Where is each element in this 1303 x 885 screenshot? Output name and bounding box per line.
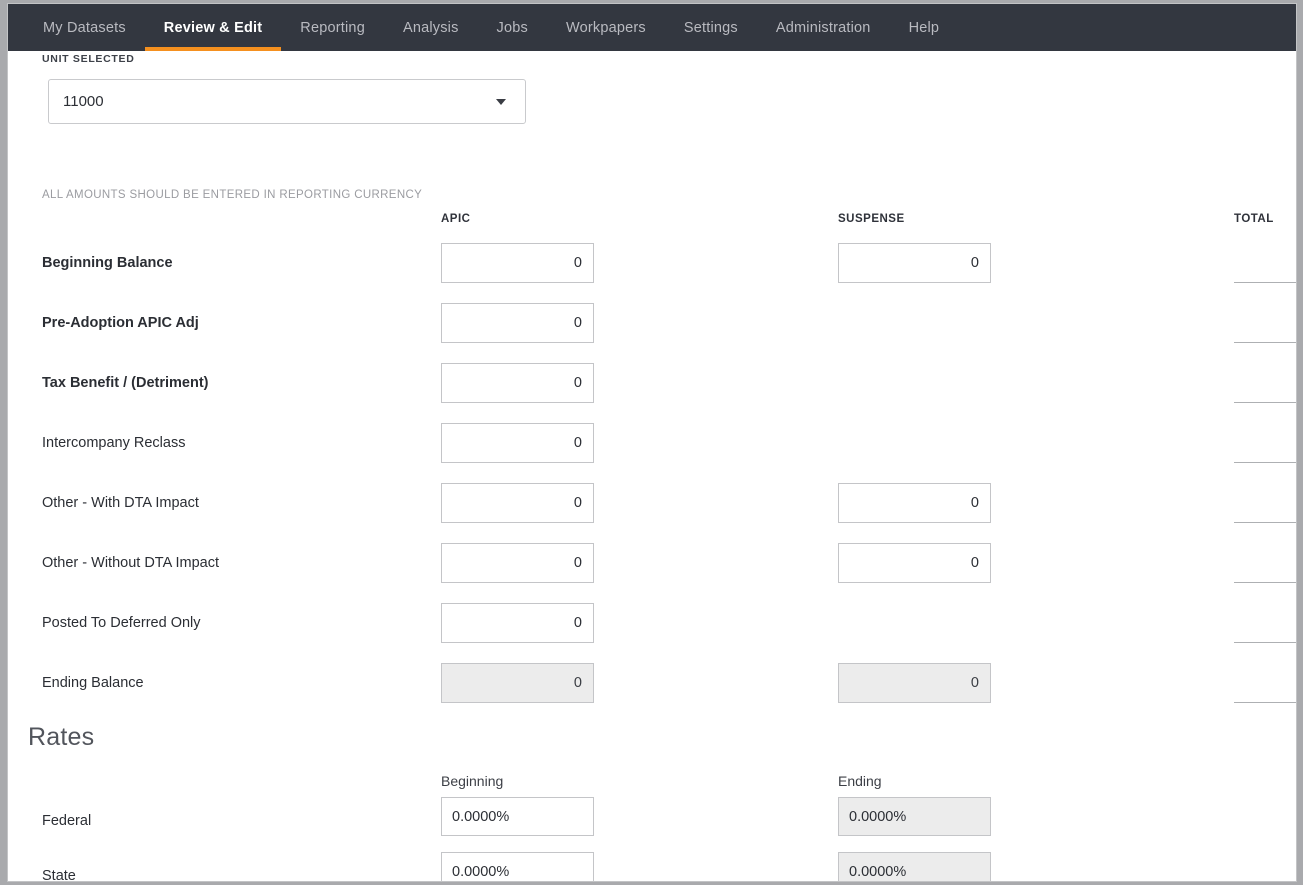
- unit-select-dropdown[interactable]: 11000: [48, 79, 526, 124]
- rates-heading: Rates: [28, 723, 95, 751]
- total-cell: [1234, 663, 1296, 703]
- nav-tab-review-edit[interactable]: Review & Edit: [144, 4, 282, 51]
- grid-row: Posted To Deferred Only: [8, 593, 1296, 653]
- rate-beginning-input[interactable]: [441, 797, 594, 836]
- apic-input[interactable]: [441, 483, 594, 523]
- nav-tab-administration[interactable]: Administration: [757, 4, 890, 51]
- column-header-suspense: SUSPENSE: [838, 213, 905, 225]
- total-cell: [1234, 243, 1296, 283]
- suspense-input[interactable]: [838, 243, 991, 283]
- rate-beginning-input[interactable]: [441, 852, 594, 881]
- apic-input[interactable]: [441, 603, 594, 643]
- row-label: Ending Balance: [42, 675, 144, 691]
- currency-note: ALL AMOUNTS SHOULD BE ENTERED IN REPORTI…: [42, 189, 423, 201]
- rates-column-header-beginning: Beginning: [441, 773, 504, 789]
- row-label: Other - With DTA Impact: [42, 495, 199, 511]
- rate-row: State: [8, 852, 1296, 881]
- row-label: Other - Without DTA Impact: [42, 555, 220, 571]
- app-window: My Datasets Review & Edit Reporting Analysi…: [8, 4, 1296, 881]
- unit-select-value: 11000: [63, 93, 104, 110]
- apic-input[interactable]: [441, 543, 594, 583]
- total-cell: [1234, 363, 1296, 403]
- total-cell: [1234, 423, 1296, 463]
- unit-selected-label: UNIT SELECTED: [42, 53, 135, 65]
- apic-input[interactable]: [441, 243, 594, 283]
- row-label: Posted To Deferred Only: [42, 615, 201, 631]
- nav-tab-analysis[interactable]: Analysis: [384, 4, 478, 51]
- nav-tab-settings[interactable]: Settings: [665, 4, 757, 51]
- rate-ending-input: [838, 852, 991, 881]
- rate-ending-input: [838, 797, 991, 836]
- total-cell: [1234, 483, 1296, 523]
- suspense-input[interactable]: [838, 483, 991, 523]
- total-cell: [1234, 543, 1296, 583]
- nav-tab-my-datasets[interactable]: My Datasets: [24, 4, 145, 51]
- row-label: Beginning Balance: [42, 255, 173, 271]
- grid-row: Intercompany Reclass: [8, 413, 1296, 473]
- row-label: Tax Benefit / (Detriment): [42, 375, 209, 391]
- apic-input[interactable]: [441, 303, 594, 343]
- row-label: Pre-Adoption APIC Adj: [42, 315, 199, 331]
- column-header-total: TOTAL: [1234, 213, 1274, 225]
- grid-row: Tax Benefit / (Detriment): [8, 353, 1296, 413]
- suspense-input: [838, 663, 991, 703]
- nav-tab-jobs[interactable]: Jobs: [478, 4, 547, 51]
- total-cell: [1234, 303, 1296, 343]
- main-navigation: My Datasets Review & Edit Reporting Analysi…: [8, 4, 1296, 51]
- apic-input[interactable]: [441, 363, 594, 403]
- grid-row: Pre-Adoption APIC Adj: [8, 293, 1296, 353]
- nav-tab-reporting[interactable]: Reporting: [281, 4, 384, 51]
- nav-tab-workpapers[interactable]: Workpapers: [547, 4, 665, 51]
- apic-input: [441, 663, 594, 703]
- grid-row: Other - With DTA Impact: [8, 473, 1296, 533]
- column-header-apic: APIC: [441, 213, 471, 225]
- chevron-down-icon: [496, 98, 506, 105]
- row-label: Intercompany Reclass: [42, 435, 186, 451]
- page-content: UNIT SELECTED 11000 ALL AMOUNTS SHOULD B…: [8, 51, 1296, 881]
- rate-row: Federal: [8, 797, 1296, 852]
- apic-input[interactable]: [441, 423, 594, 463]
- grid-row: Beginning Balance: [8, 233, 1296, 293]
- grid-row: Ending Balance: [8, 653, 1296, 713]
- total-cell: [1234, 603, 1296, 643]
- nav-tab-help[interactable]: Help: [890, 4, 959, 51]
- window-frame: My Datasets Review & Edit Reporting Analysi…: [0, 0, 1303, 885]
- rate-row-label: State: [42, 868, 76, 881]
- rates-column-header-ending: Ending: [838, 773, 882, 789]
- suspense-input[interactable]: [838, 543, 991, 583]
- rate-row-label: Federal: [42, 813, 92, 829]
- grid-row: Other - Without DTA Impact: [8, 533, 1296, 593]
